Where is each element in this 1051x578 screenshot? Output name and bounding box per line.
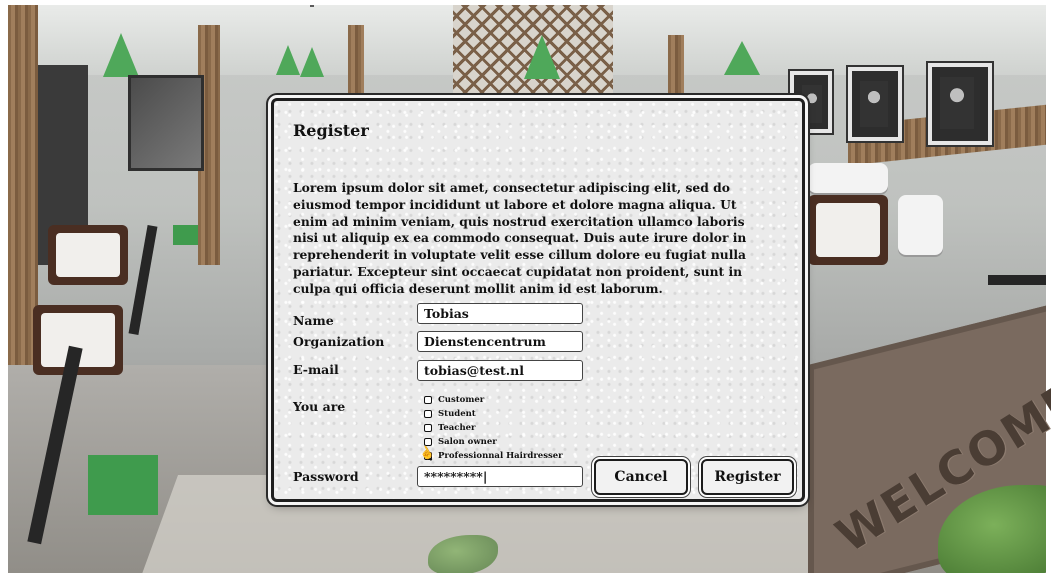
salon-chair (808, 195, 888, 265)
checkbox[interactable] (424, 410, 432, 418)
side-table (988, 275, 1046, 285)
green-cabinet (88, 455, 158, 515)
register-button[interactable]: Register (701, 459, 794, 495)
name-label: Name (293, 313, 334, 328)
mirror (128, 75, 204, 171)
cancel-button[interactable]: Cancel (594, 459, 688, 495)
role-option-label: Professionnal Hairdresser (438, 451, 563, 461)
password-label: Password (293, 469, 359, 484)
organization-input[interactable] (417, 331, 583, 352)
role-option-customer[interactable]: Customer (424, 393, 563, 407)
role-option-label: Customer (438, 395, 485, 405)
pendant-lamp (524, 35, 560, 79)
pendant-lamp (103, 33, 139, 77)
checkbox[interactable] (424, 424, 432, 432)
wood-pillar (668, 35, 684, 105)
organization-label: Organization (293, 334, 385, 349)
role-option-label: Salon owner (438, 437, 497, 447)
checkbox[interactable] (424, 396, 432, 404)
role-options: Customer Student Teacher Salon owner Pro… (424, 393, 563, 463)
lamp-stand (128, 224, 158, 336)
dialog-description: Lorem ipsum dolor sit amet, consectetur … (293, 180, 747, 296)
register-dialog: Register Lorem ipsum dolor sit amet, con… (271, 98, 805, 502)
pendant-lamp (300, 5, 324, 77)
role-option-label: Student (438, 409, 476, 419)
email-label: E-mail (293, 362, 339, 377)
green-cabinet (173, 225, 198, 245)
dialog-title: Register (293, 121, 369, 140)
password-input[interactable] (417, 466, 583, 487)
wash-sink (808, 163, 888, 193)
role-option-salon-owner[interactable]: Salon owner (424, 435, 563, 449)
wood-pillar (348, 25, 364, 105)
role-option-professional-hairdresser[interactable]: Professionnal Hairdresser (424, 449, 563, 463)
role-option-label: Teacher (438, 423, 476, 433)
pendant-lamp (724, 41, 760, 75)
role-option-student[interactable]: Student (424, 407, 563, 421)
wall-picture (848, 67, 902, 141)
salon-chair (48, 225, 128, 285)
you-are-label: You are (293, 399, 346, 414)
email-input[interactable] (417, 360, 583, 381)
shelf-unit (898, 195, 943, 255)
name-input[interactable] (417, 303, 583, 324)
wall-picture (928, 63, 992, 145)
pendant-lamp (276, 45, 300, 75)
role-option-teacher[interactable]: Teacher (424, 421, 563, 435)
